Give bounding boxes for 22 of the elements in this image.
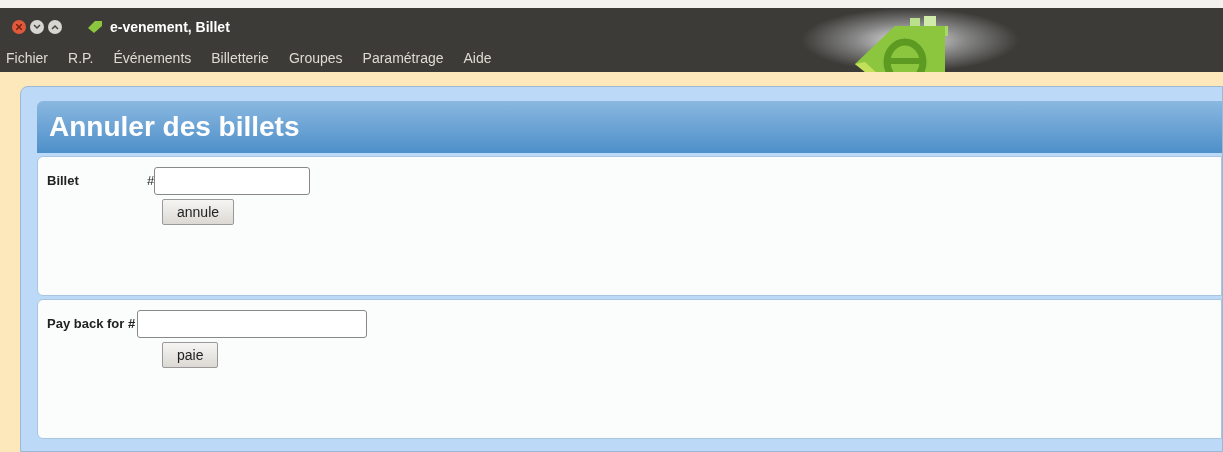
input-field[interactable]: [154, 167, 311, 195]
ticket-icon: [88, 21, 102, 33]
minimize-button[interactable]: [30, 20, 44, 34]
menu-item[interactable]: Billetterie: [211, 47, 269, 69]
field-label: Billet: [47, 172, 80, 191]
maximize-button[interactable]: [48, 20, 62, 34]
field-label: Pay back for #: [47, 315, 137, 334]
pay-button[interactable]: paie: [162, 342, 219, 368]
hash-label: #: [147, 172, 155, 191]
chevron-down-icon: [33, 24, 41, 30]
chevron-up-icon: [51, 24, 59, 30]
menu-item[interactable]: Aide: [463, 47, 492, 69]
cancel-button[interactable]: annule: [162, 199, 235, 225]
menu-item[interactable]: Fichier: [6, 47, 48, 69]
menu-item[interactable]: R.P.: [68, 47, 94, 69]
input-field[interactable]: [137, 310, 368, 338]
window-title: e-venement, Billet: [110, 17, 230, 37]
close-icon: [16, 24, 22, 30]
menu-item[interactable]: Groupes: [288, 47, 343, 69]
page-title: Annuler des billets: [49, 110, 300, 144]
menu-item[interactable]: Paramétrage: [362, 47, 444, 69]
menu-item[interactable]: Événements: [113, 47, 192, 69]
